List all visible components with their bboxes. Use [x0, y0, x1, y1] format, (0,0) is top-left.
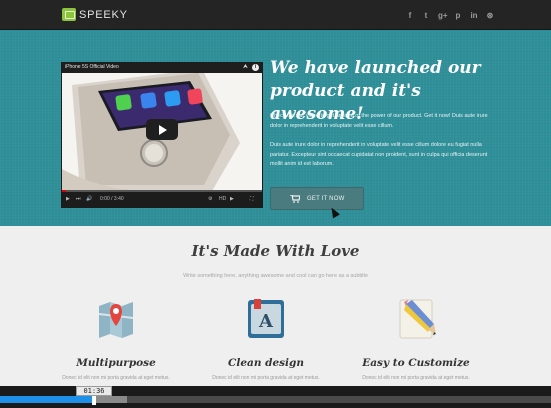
- share-icon[interactable]: ⮝: [243, 64, 248, 71]
- dribbble-icon[interactable]: ⊛: [486, 11, 494, 20]
- video-progress[interactable]: [62, 190, 262, 192]
- feature-description: Donec id elit non mi porta gravida at eg…: [62, 375, 170, 381]
- logo-text: SPEEKY: [79, 8, 128, 21]
- pencil-icon: [399, 299, 436, 339]
- app-frame: SPEEKY f t g+ p in ⊛ iPhone 5S Official …: [0, 0, 551, 408]
- video-time: 0:00 / 3:40: [100, 196, 124, 202]
- video-title-bar: iPhone 5S Official Video ⮝ i: [62, 63, 262, 73]
- linkedin-icon[interactable]: in: [470, 11, 478, 20]
- features-section: It's Made With Love Write something here…: [0, 226, 551, 386]
- next-icon[interactable]: ⏭: [76, 196, 81, 202]
- pinterest-icon[interactable]: p: [454, 11, 462, 20]
- feature-title: Multipurpose: [76, 357, 156, 369]
- play-icon[interactable]: ▶: [66, 196, 70, 202]
- twitter-icon[interactable]: t: [422, 11, 430, 20]
- youtube-icon[interactable]: ▶: [230, 196, 234, 202]
- get-it-now-label: GET IT NOW: [307, 195, 345, 202]
- font-book-icon: A: [248, 299, 284, 338]
- info-icon[interactable]: i: [252, 64, 259, 71]
- top-navbar: SPEEKY f t g+ p in ⊛: [0, 0, 551, 30]
- google-plus-icon[interactable]: g+: [438, 11, 448, 20]
- cart-icon: [290, 195, 300, 203]
- settings-icon[interactable]: ⚙: [208, 196, 212, 202]
- video-player[interactable]: iPhone 5S Official Video ⮝ i ▶ ⏭ 🔊 0:00 …: [61, 62, 263, 208]
- fullscreen-icon[interactable]: ⛶: [250, 196, 254, 202]
- map-pin-icon: [98, 302, 134, 338]
- video-title[interactable]: iPhone 5S Official Video: [65, 64, 119, 70]
- play-button[interactable]: [146, 119, 178, 140]
- feature-description: Donec id elit non mi porta gravida at eg…: [212, 375, 320, 381]
- section-subtitle: Write something here, anything awesome a…: [183, 273, 368, 279]
- feature-title: Easy to Customize: [362, 357, 470, 369]
- seek-bar[interactable]: [0, 396, 551, 403]
- video-controls: ▶ ⏭ 🔊 0:00 / 3:40 ⚙ HD ▶ ⛶: [62, 190, 262, 207]
- social-links: f t g+ p in ⊛: [406, 11, 494, 20]
- hd-badge[interactable]: HD: [219, 196, 226, 202]
- feature-title: Clean design: [227, 357, 305, 369]
- svg-text:A: A: [258, 311, 274, 332]
- hero-section: iPhone 5S Official Video ⮝ i ▶ ⏭ 🔊 0:00 …: [0, 30, 551, 226]
- facebook-icon[interactable]: f: [406, 11, 414, 20]
- hero-paragraph-2: Duis aute irure dolor in reprehenderit i…: [270, 142, 488, 167]
- playback-bar: 01:36: [0, 386, 551, 408]
- hero-headline-line1: We have launched our: [270, 58, 481, 78]
- timestamp-tooltip: 01:36: [76, 386, 112, 396]
- logo[interactable]: SPEEKY: [62, 8, 128, 21]
- volume-icon[interactable]: 🔊: [86, 196, 92, 202]
- logo-icon: [62, 8, 76, 21]
- get-it-now-button[interactable]: GET IT NOW: [270, 187, 364, 210]
- played-range: [0, 396, 94, 403]
- feature-description: Donec id elit non mi porta gravida at eg…: [362, 375, 470, 381]
- section-title: It's Made With Love: [191, 242, 360, 260]
- hero-paragraph-1: Check out our video to get an idea of th…: [270, 113, 488, 129]
